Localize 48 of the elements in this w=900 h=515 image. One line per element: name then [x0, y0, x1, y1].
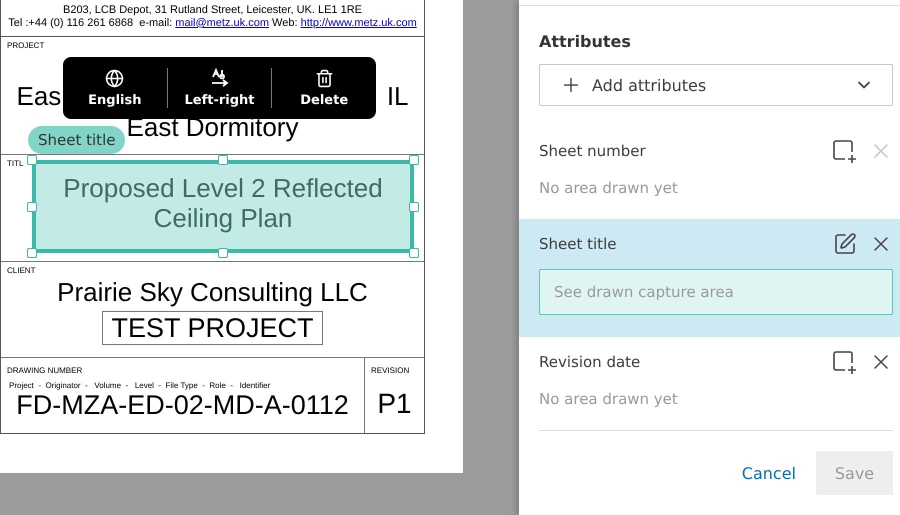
attribute-name: Sheet number — [539, 142, 647, 160]
attribute-item[interactable]: Sheet number No area drawn yet — [519, 126, 900, 219]
capture-area-tag: Sheet title — [28, 126, 126, 154]
cancel-button[interactable]: Cancel — [742, 464, 796, 482]
attribute-name: Revision date — [539, 353, 642, 371]
add-area-icon — [831, 349, 857, 375]
draw-area-button[interactable] — [831, 349, 857, 375]
project-stamp: TEST PROJECT — [102, 310, 323, 345]
attribute-status: No area drawn yet — [539, 390, 679, 408]
add-attributes-dropdown[interactable]: Add attributes — [539, 64, 893, 106]
revision-label: REVISION — [371, 366, 410, 375]
attribute-item[interactable]: Revision date No area drawn yet — [519, 337, 900, 430]
resize-handle[interactable] — [218, 155, 228, 165]
project-name: Eas — [16, 82, 62, 110]
text-direction-icon — [210, 68, 230, 88]
drawing-number-legend: Project - Originator - Volume - Level - File Type - Role - Identifier — [9, 381, 270, 391]
resize-handle[interactable] — [27, 248, 37, 258]
client-label: CLIENT — [7, 266, 36, 275]
project-name: IL — [386, 82, 408, 110]
attribute-name: Sheet title — [539, 235, 618, 253]
drawing-number: FD-MZA-ED-02-MD-A-0112 — [16, 391, 349, 421]
attribute-status: No area drawn yet — [539, 179, 679, 197]
add-area-icon — [831, 138, 857, 164]
trash-icon — [314, 68, 334, 88]
resize-handle[interactable] — [27, 155, 37, 165]
section-heading: Attributes — [539, 32, 632, 52]
attribute-value-field[interactable]: See drawn capture area — [539, 269, 893, 315]
edit-icon — [833, 232, 857, 256]
revision-value: P1 — [377, 389, 412, 420]
attribute-item[interactable]: Sheet title See drawn capture area — [519, 219, 900, 337]
resize-handle[interactable] — [409, 248, 419, 258]
resize-handle[interactable] — [409, 202, 419, 212]
resize-handle[interactable] — [27, 202, 37, 212]
sheet-title-text: Proposed Level 2 Reflected Ceiling Plan — [62, 172, 384, 232]
capture-area[interactable]: Proposed Level 2 Reflected Ceiling Plan — [32, 160, 414, 253]
edit-button[interactable] — [833, 232, 857, 256]
drawing-number-label: DRAWING NUMBER — [7, 366, 82, 375]
title-label: TITL — [7, 159, 24, 168]
client-name: Prairie Sky Consulting LLC — [57, 278, 368, 307]
globe-icon — [105, 68, 124, 88]
project-label: PROJECT — [7, 41, 44, 50]
web-link[interactable]: http://www.metz.uk.com — [300, 17, 417, 29]
resize-handle[interactable] — [409, 155, 419, 165]
resize-handle[interactable] — [218, 248, 228, 258]
contact-line: Tel :+44 (0) 116 261 6868 e-mail: mail@metz.uk.com Web: http://www.metz.uk.com — [8, 17, 417, 30]
email-link[interactable]: mail@metz.uk.com — [175, 17, 269, 29]
draw-area-button[interactable] — [831, 138, 857, 164]
address-line: B203, LCB Depot, 31 Rutland Street, Leicester, UK. LE1 1RE — [62, 4, 362, 17]
